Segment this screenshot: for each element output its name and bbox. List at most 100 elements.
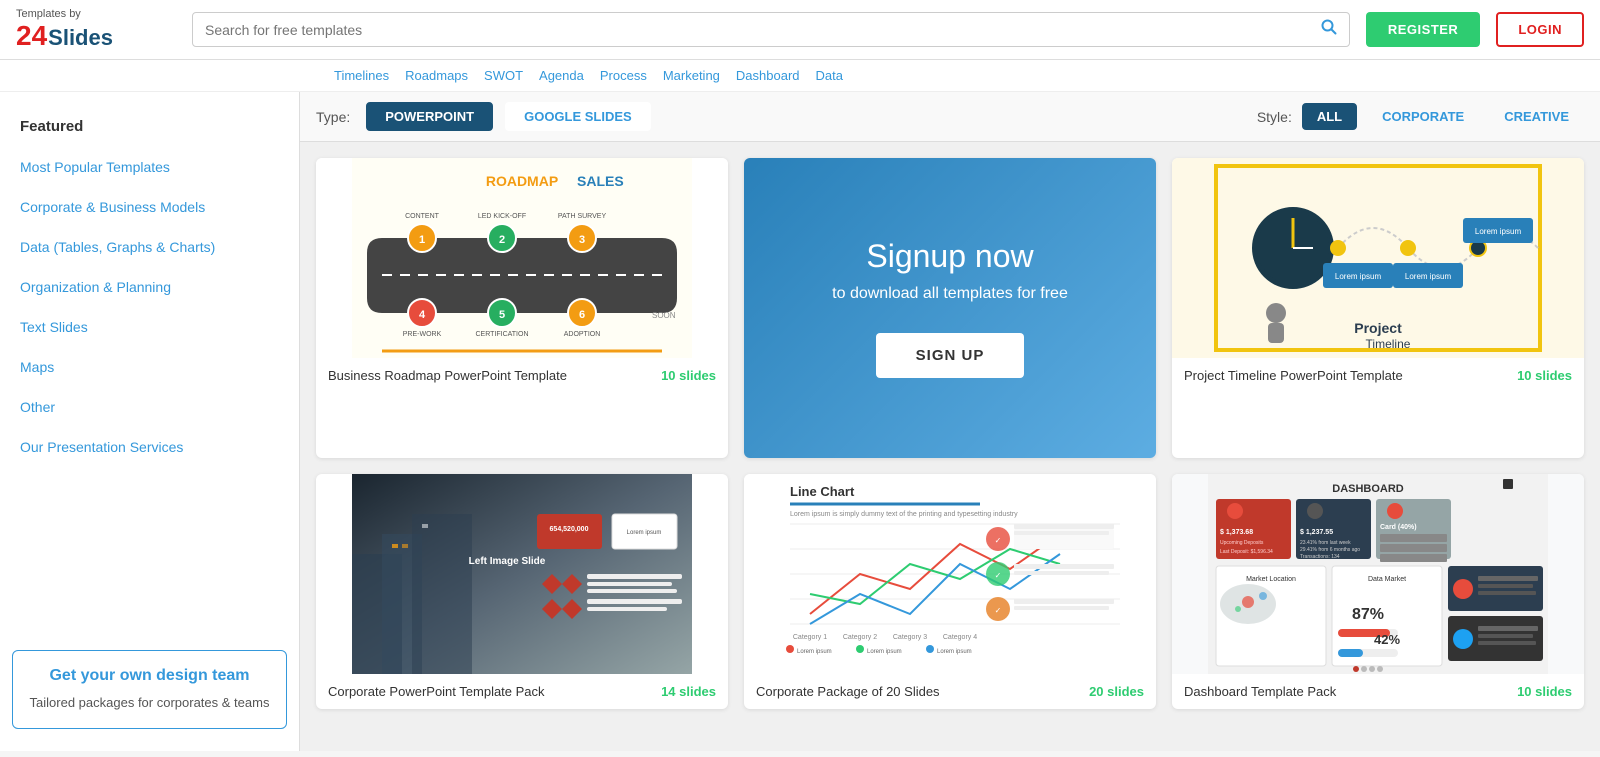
svg-text:23.41% from last week: 23.41% from last week bbox=[1300, 540, 1351, 546]
svg-text:Lorem ipsum: Lorem ipsum bbox=[867, 649, 902, 655]
tagbar: Timelines Roadmaps SWOT Agenda Process M… bbox=[0, 60, 1600, 92]
card-timeline-slides: 10 slides bbox=[1517, 368, 1572, 383]
card-roadmap-footer: Business Roadmap PowerPoint Template 10 … bbox=[316, 358, 728, 393]
svg-text:Lorem ipsum: Lorem ipsum bbox=[1405, 272, 1452, 281]
thumb-linechart: Line Chart Lorem ipsum is simply dummy t… bbox=[744, 474, 1156, 674]
btn-google-slides[interactable]: GOOGLE SLIDES bbox=[505, 102, 651, 131]
svg-text:2: 2 bbox=[499, 234, 505, 246]
btn-style-all[interactable]: ALL bbox=[1302, 103, 1357, 130]
tag-dashboard[interactable]: Dashboard bbox=[732, 66, 804, 85]
svg-text:Category 1: Category 1 bbox=[793, 634, 827, 641]
tag-process[interactable]: Process bbox=[596, 66, 651, 85]
sidebar-item-corporate-models[interactable]: Corporate & Business Models bbox=[0, 187, 299, 227]
svg-text:29.41% from 6 months ago: 29.41% from 6 months ago bbox=[1300, 547, 1360, 553]
svg-text:Category 3: Category 3 bbox=[893, 634, 927, 641]
sidebar: Featured Most Popular Templates Corporat… bbox=[0, 92, 300, 751]
svg-text:ADOPTION: ADOPTION bbox=[564, 331, 601, 338]
svg-text:4: 4 bbox=[419, 309, 426, 321]
card-dashboard-title: Dashboard Template Pack bbox=[1184, 684, 1336, 699]
card-roadmap-title: Business Roadmap PowerPoint Template bbox=[328, 368, 567, 383]
svg-text:Project: Project bbox=[1354, 320, 1402, 336]
signup-button[interactable]: SIGN UP bbox=[876, 333, 1025, 378]
svg-text:$ 1,373.68: $ 1,373.68 bbox=[1220, 529, 1253, 536]
svg-text:Transactions: 134: Transactions: 134 bbox=[1300, 554, 1340, 560]
svg-text:Lorem ipsum is simply dummy te: Lorem ipsum is simply dummy text of the … bbox=[790, 511, 1018, 518]
svg-text:5: 5 bbox=[499, 309, 505, 321]
svg-text:Last Deposit: $1,596.34: Last Deposit: $1,596.34 bbox=[1220, 549, 1273, 555]
logo-slides: Slides bbox=[48, 25, 113, 51]
search-input[interactable] bbox=[205, 22, 1321, 38]
logo-by-text: Templates by bbox=[16, 8, 113, 20]
svg-text:654,520,000: 654,520,000 bbox=[550, 526, 589, 533]
sidebar-item-maps[interactable]: Maps bbox=[0, 347, 299, 387]
svg-text:CONTENT: CONTENT bbox=[405, 213, 440, 220]
card-corporate-footer: Corporate PowerPoint Template Pack 14 sl… bbox=[316, 674, 728, 709]
signup-subline: to download all templates for free bbox=[832, 285, 1068, 303]
sidebar-item-other[interactable]: Other bbox=[0, 387, 299, 427]
svg-text:Upcoming Deposits: Upcoming Deposits bbox=[1220, 540, 1264, 546]
sidebar-item-featured[interactable]: Featured bbox=[0, 102, 299, 147]
tag-timelines[interactable]: Timelines bbox=[330, 66, 393, 85]
svg-text:✓: ✓ bbox=[995, 606, 1002, 615]
svg-text:✓: ✓ bbox=[995, 536, 1002, 545]
tag-swot[interactable]: SWOT bbox=[480, 66, 527, 85]
svg-text:Category 4: Category 4 bbox=[943, 634, 977, 641]
svg-text:1: 1 bbox=[419, 234, 425, 246]
register-button[interactable]: REGISTER bbox=[1366, 12, 1480, 47]
card-linechart-footer: Corporate Package of 20 Slides 20 slides bbox=[744, 674, 1156, 709]
svg-text:$ 1,237.55: $ 1,237.55 bbox=[1300, 529, 1333, 536]
type-label: Type: bbox=[316, 109, 350, 125]
svg-text:Lorem ipsum: Lorem ipsum bbox=[627, 530, 662, 536]
card-signup: Signup now to download all templates for… bbox=[744, 158, 1156, 458]
sidebar-nav: Featured Most Popular Templates Corporat… bbox=[0, 102, 299, 638]
sidebar-item-data[interactable]: Data (Tables, Graphs & Charts) bbox=[0, 227, 299, 267]
topbar: Templates by 24 Slides REGISTER LOGIN bbox=[0, 0, 1600, 60]
sidebar-item-popular[interactable]: Most Popular Templates bbox=[0, 147, 299, 187]
tag-marketing[interactable]: Marketing bbox=[659, 66, 724, 85]
card-timeline[interactable]: Lorem ipsum Lorem ipsum Lorem ipsum Proj… bbox=[1172, 158, 1584, 458]
signup-headline: Signup now bbox=[866, 238, 1033, 275]
svg-text:SOON: SOON bbox=[652, 311, 676, 320]
btn-powerpoint[interactable]: POWERPOINT bbox=[366, 102, 493, 131]
tag-data[interactable]: Data bbox=[812, 66, 847, 85]
sidebar-item-organization[interactable]: Organization & Planning bbox=[0, 267, 299, 307]
card-corporate[interactable]: Left Image Slide 654,520,000 Lorem ipsum bbox=[316, 474, 728, 709]
svg-text:Timeline: Timeline bbox=[1366, 337, 1411, 351]
card-roadmap-slides: 10 slides bbox=[661, 368, 716, 383]
thumb-roadmap: ROADMAP SALES 1 2 3 4 bbox=[316, 158, 728, 358]
card-corporate-slides: 14 slides bbox=[661, 684, 716, 699]
btn-style-corporate[interactable]: CORPORATE bbox=[1367, 103, 1479, 130]
card-corporate-title: Corporate PowerPoint Template Pack bbox=[328, 684, 545, 699]
svg-text:SALES: SALES bbox=[577, 173, 624, 189]
content-area: Type: POWERPOINT GOOGLE SLIDES Style: AL… bbox=[300, 92, 1600, 751]
corporate-svg: Left Image Slide 654,520,000 Lorem ipsum bbox=[316, 474, 728, 674]
login-button[interactable]: LOGIN bbox=[1496, 12, 1584, 47]
search-bar bbox=[192, 12, 1350, 47]
thumb-corporate: Left Image Slide 654,520,000 Lorem ipsum bbox=[316, 474, 728, 674]
card-roadmap[interactable]: ROADMAP SALES 1 2 3 4 bbox=[316, 158, 728, 458]
search-button[interactable] bbox=[1321, 19, 1337, 40]
filter-bar: Type: POWERPOINT GOOGLE SLIDES Style: AL… bbox=[300, 92, 1600, 142]
card-dashboard[interactable]: DASHBOARD $ 1,373.68 Upcoming Deposits L… bbox=[1172, 474, 1584, 709]
svg-text:Lorem ipsum: Lorem ipsum bbox=[1475, 227, 1522, 236]
thumb-dashboard: DASHBOARD $ 1,373.68 Upcoming Deposits L… bbox=[1172, 474, 1584, 674]
logo-24: 24 bbox=[16, 20, 47, 52]
sidebar-cta-title: Get your own design team bbox=[29, 667, 270, 685]
sidebar-cta: Get your own design team Tailored packag… bbox=[12, 650, 287, 730]
sidebar-item-services[interactable]: Our Presentation Services bbox=[0, 427, 299, 467]
thumb-timeline: Lorem ipsum Lorem ipsum Lorem ipsum Proj… bbox=[1172, 158, 1584, 358]
card-timeline-footer: Project Timeline PowerPoint Template 10 … bbox=[1172, 358, 1584, 393]
card-dashboard-footer: Dashboard Template Pack 10 slides bbox=[1172, 674, 1584, 709]
svg-text:PRE-WORK: PRE-WORK bbox=[403, 331, 442, 338]
sidebar-item-text-slides[interactable]: Text Slides bbox=[0, 307, 299, 347]
card-linechart[interactable]: Line Chart Lorem ipsum is simply dummy t… bbox=[744, 474, 1156, 709]
svg-text:Line Chart: Line Chart bbox=[790, 484, 855, 499]
svg-text:✓: ✓ bbox=[995, 571, 1002, 580]
style-label: Style: bbox=[1257, 109, 1292, 125]
sidebar-cta-desc: Tailored packages for corporates & teams bbox=[29, 693, 270, 713]
dashboard-svg: DASHBOARD $ 1,373.68 Upcoming Deposits L… bbox=[1172, 474, 1584, 674]
tag-roadmaps[interactable]: Roadmaps bbox=[401, 66, 472, 85]
svg-text:Data Market: Data Market bbox=[1368, 576, 1406, 583]
tag-agenda[interactable]: Agenda bbox=[535, 66, 588, 85]
btn-style-creative[interactable]: CREATIVE bbox=[1489, 103, 1584, 130]
